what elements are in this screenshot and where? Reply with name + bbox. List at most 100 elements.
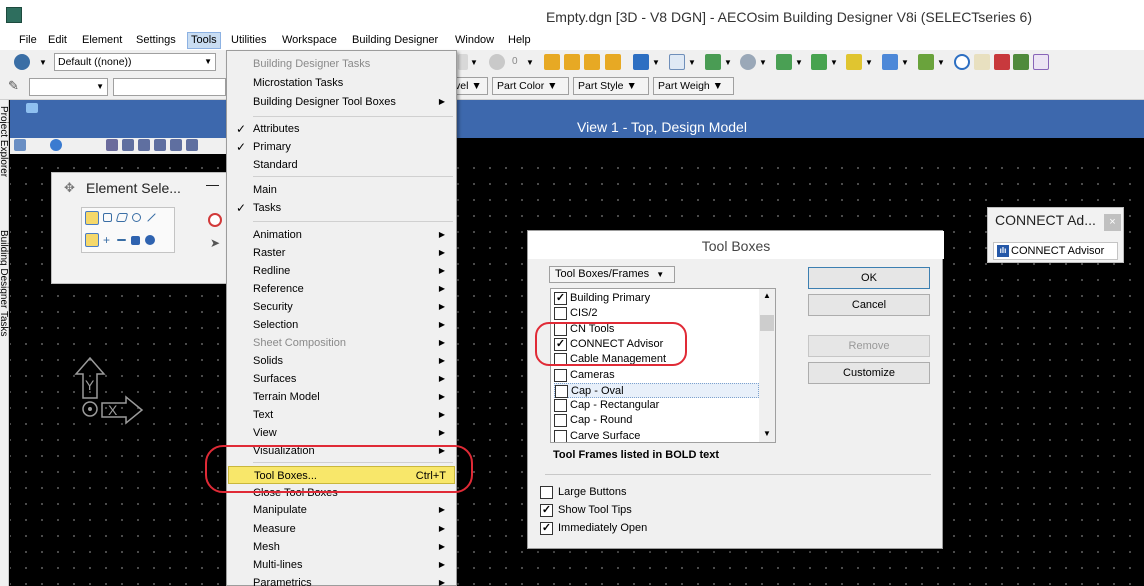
menu-item-mesh[interactable]: Mesh ▶ xyxy=(228,538,455,556)
level-combo[interactable]: Default ((none)) ▼ xyxy=(54,53,216,71)
invert-select-icon[interactable] xyxy=(131,236,140,245)
menu-item-solids[interactable]: Solids ▶ xyxy=(228,352,455,370)
list-scrollbar[interactable]: ▲ ▼ xyxy=(759,289,775,442)
add-select-icon[interactable]: + xyxy=(103,234,113,246)
menu-workspace[interactable]: Workspace xyxy=(279,33,340,48)
checkbox[interactable] xyxy=(540,486,553,499)
chevron-down-icon[interactable]: ▼ xyxy=(830,58,838,67)
view-tool-icon[interactable] xyxy=(633,54,649,70)
menu-item-manipulate[interactable]: Manipulate ▶ xyxy=(228,501,455,519)
tool-box-list-item[interactable]: Cap - Oval xyxy=(554,382,759,398)
color-combo[interactable]: ▼ xyxy=(29,78,108,96)
new-select-icon[interactable] xyxy=(85,233,99,247)
no-entry-icon[interactable] xyxy=(208,213,222,227)
toolbar-button[interactable] xyxy=(458,54,468,70)
menu-item-raster[interactable]: Raster ▶ xyxy=(228,244,455,262)
transparency-icon[interactable] xyxy=(489,54,505,70)
chevron-down-icon[interactable]: ▼ xyxy=(724,58,732,67)
menu-item-view[interactable]: View ▶ xyxy=(228,424,455,442)
menu-tools[interactable]: Tools xyxy=(187,32,221,49)
checkbox[interactable] xyxy=(555,384,568,398)
menu-window[interactable]: Window xyxy=(452,33,497,48)
checkbox[interactable] xyxy=(554,429,567,442)
scroll-up-icon[interactable]: ▲ xyxy=(763,291,771,300)
window-area-icon[interactable] xyxy=(154,139,166,151)
menu-file[interactable]: File xyxy=(16,33,40,48)
pointer-icon[interactable]: ➤ xyxy=(210,236,220,250)
menu-item-primary[interactable]: ✓ Primary xyxy=(228,138,455,156)
connect-advisor-button[interactable]: ılı CONNECT Advisor xyxy=(993,242,1118,260)
tool-box-list-item[interactable]: Cap - Rectangular xyxy=(554,398,759,413)
menu-item-building-designer-tasks[interactable]: Building Designer Tasks xyxy=(228,55,455,73)
menu-item-sheet-composition[interactable]: Sheet Composition ▶ xyxy=(228,334,455,352)
menu-item-microstation-tasks[interactable]: Microstation Tasks xyxy=(228,74,455,92)
menu-help[interactable]: Help xyxy=(505,33,534,48)
checkbox[interactable] xyxy=(554,414,567,428)
menu-item-attributes[interactable]: ✓ Attributes xyxy=(228,120,455,138)
menu-element[interactable]: Element xyxy=(79,33,125,48)
render-tool-icon[interactable] xyxy=(740,54,756,70)
chevron-down-icon[interactable]: ▼ xyxy=(526,58,534,67)
remove-button[interactable]: Remove xyxy=(808,335,930,357)
menu-item-reference[interactable]: Reference ▶ xyxy=(228,280,455,298)
checkbox[interactable]: ✓ xyxy=(554,292,567,305)
option-immediately-open[interactable]: ✓ Immediately Open xyxy=(540,521,647,536)
checkbox[interactable] xyxy=(554,399,567,413)
building-tool-icon[interactable] xyxy=(605,54,621,70)
menu-item-tasks[interactable]: ✓ Tasks xyxy=(228,199,455,217)
fit-view-icon[interactable] xyxy=(170,139,182,151)
subtract-select-icon[interactable] xyxy=(117,239,126,241)
close-button[interactable]: × xyxy=(1104,214,1121,231)
menu-item-security[interactable]: Security ▶ xyxy=(228,298,455,316)
building-tool-icon[interactable] xyxy=(544,54,560,70)
building-tool-icon[interactable] xyxy=(584,54,600,70)
minimize-button[interactable]: — xyxy=(206,177,219,192)
menu-item-multi-lines[interactable]: Multi-lines ▶ xyxy=(228,556,455,574)
edit-tool-icon[interactable] xyxy=(994,54,1010,70)
rotate-view-icon[interactable] xyxy=(186,139,198,151)
chevron-down-icon[interactable]: ▼ xyxy=(688,58,696,67)
tab-building-designer-tasks[interactable]: Building Designer Tasks xyxy=(0,230,9,480)
line-select-icon[interactable] xyxy=(147,213,156,222)
pen-icon[interactable]: ✎ xyxy=(8,78,19,94)
menu-item-selection[interactable]: Selection ▶ xyxy=(228,316,455,334)
update-view-icon[interactable] xyxy=(106,139,118,151)
option-show-tool-tips[interactable]: ✓ Show Tool Tips xyxy=(540,503,632,518)
part-weight-button[interactable]: Part Weigh ▼ xyxy=(653,77,734,95)
sheet-tool-icon[interactable] xyxy=(669,54,685,70)
individual-select-icon[interactable] xyxy=(85,211,99,225)
info-icon[interactable] xyxy=(954,54,970,70)
customize-button[interactable]: Customize xyxy=(808,362,930,384)
checkbox[interactable] xyxy=(554,307,567,321)
chevron-down-icon[interactable]: ▼ xyxy=(901,58,909,67)
chevron-down-icon[interactable]: ▼ xyxy=(39,58,47,67)
tab-project-explorer[interactable]: Project Explorer xyxy=(0,106,9,222)
model-tool-icon[interactable] xyxy=(705,54,721,70)
grid-icon[interactable] xyxy=(1033,54,1049,70)
menu-item-text[interactable]: Text ▶ xyxy=(228,406,455,424)
active-level-icon[interactable] xyxy=(14,54,30,70)
table-tool-icon[interactable] xyxy=(811,54,827,70)
tool-box-list-item[interactable]: ✓ Building Primary xyxy=(554,291,759,306)
menu-item-surfaces[interactable]: Surfaces ▶ xyxy=(228,370,455,388)
tool-boxes-filter-combo[interactable]: Tool Boxes/Frames ▼ xyxy=(549,266,675,283)
chevron-down-icon[interactable]: ▼ xyxy=(865,58,873,67)
chevron-down-icon[interactable]: ▼ xyxy=(652,58,660,67)
menu-item-building-designer-tool-boxes[interactable]: Building Designer Tool Boxes ▶ xyxy=(228,93,455,111)
layers-tool-icon[interactable] xyxy=(846,54,862,70)
building-tool-icon[interactable] xyxy=(564,54,580,70)
scroll-thumb[interactable] xyxy=(760,315,774,331)
menu-edit[interactable]: Edit xyxy=(45,33,70,48)
menu-item-main[interactable]: Main xyxy=(228,181,455,199)
menu-building-designer[interactable]: Building Designer xyxy=(349,33,441,48)
part-color-button[interactable]: Part Color ▼ xyxy=(492,77,569,95)
pattern-tool-icon[interactable] xyxy=(918,54,934,70)
shape-select-icon[interactable] xyxy=(115,213,129,222)
menu-item-terrain-model[interactable]: Terrain Model ▶ xyxy=(228,388,455,406)
cancel-button[interactable]: Cancel xyxy=(808,294,930,316)
chevron-down-icon[interactable]: ▼ xyxy=(470,58,478,67)
chevron-down-icon[interactable]: ▼ xyxy=(759,58,767,67)
clear-select-icon[interactable] xyxy=(145,235,155,245)
circle-select-icon[interactable] xyxy=(132,213,141,222)
tool-box-list-item[interactable]: CIS/2 xyxy=(554,306,759,321)
